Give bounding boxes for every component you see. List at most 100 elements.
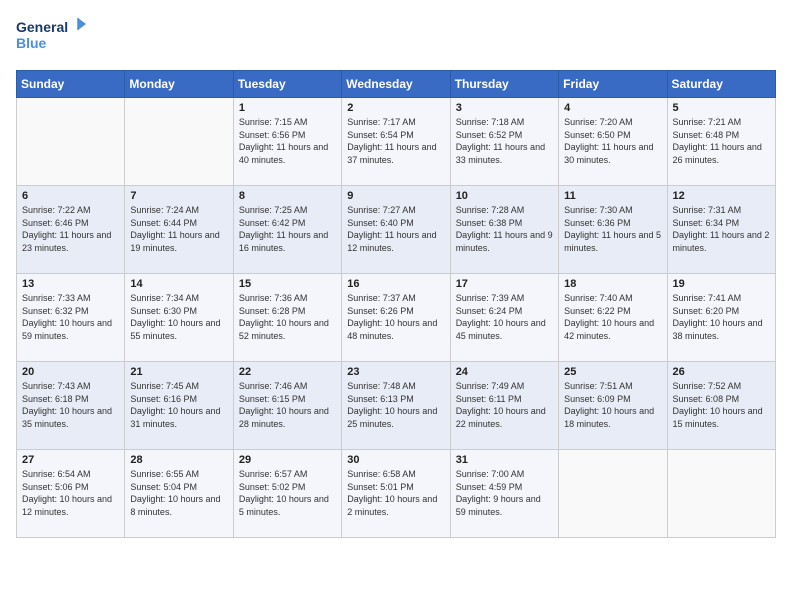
day-cell: 27 Sunrise: 6:54 AMSunset: 5:06 PMDaylig… [17,450,125,538]
week-row-1: 1 Sunrise: 7:15 AMSunset: 6:56 PMDayligh… [17,98,776,186]
day-number: 3 [456,102,553,114]
day-info: Sunrise: 7:39 AMSunset: 6:24 PMDaylight:… [456,292,553,342]
day-number: 21 [130,366,227,378]
day-cell: 16 Sunrise: 7:37 AMSunset: 6:26 PMDaylig… [342,274,450,362]
day-number: 25 [564,366,661,378]
column-header-sunday: Sunday [17,71,125,98]
day-info: Sunrise: 7:48 AMSunset: 6:13 PMDaylight:… [347,380,444,430]
day-number: 4 [564,102,661,114]
day-cell: 5 Sunrise: 7:21 AMSunset: 6:48 PMDayligh… [667,98,775,186]
week-row-3: 13 Sunrise: 7:33 AMSunset: 6:32 PMDaylig… [17,274,776,362]
day-cell: 3 Sunrise: 7:18 AMSunset: 6:52 PMDayligh… [450,98,558,186]
day-info: Sunrise: 6:55 AMSunset: 5:04 PMDaylight:… [130,468,227,518]
day-info: Sunrise: 7:24 AMSunset: 6:44 PMDaylight:… [130,204,227,254]
calendar-table: SundayMondayTuesdayWednesdayThursdayFrid… [16,70,776,538]
day-info: Sunrise: 7:41 AMSunset: 6:20 PMDaylight:… [673,292,770,342]
column-header-tuesday: Tuesday [233,71,341,98]
day-info: Sunrise: 7:36 AMSunset: 6:28 PMDaylight:… [239,292,336,342]
page-header: General Blue [16,16,776,58]
day-number: 24 [456,366,553,378]
day-number: 8 [239,190,336,202]
day-number: 30 [347,454,444,466]
day-info: Sunrise: 7:45 AMSunset: 6:16 PMDaylight:… [130,380,227,430]
day-cell: 18 Sunrise: 7:40 AMSunset: 6:22 PMDaylig… [559,274,667,362]
calendar-header-row: SundayMondayTuesdayWednesdayThursdayFrid… [17,71,776,98]
column-header-friday: Friday [559,71,667,98]
day-info: Sunrise: 7:40 AMSunset: 6:22 PMDaylight:… [564,292,661,342]
svg-text:Blue: Blue [16,35,47,51]
day-number: 29 [239,454,336,466]
day-number: 2 [347,102,444,114]
day-cell: 23 Sunrise: 7:48 AMSunset: 6:13 PMDaylig… [342,362,450,450]
day-cell: 12 Sunrise: 7:31 AMSunset: 6:34 PMDaylig… [667,186,775,274]
day-info: Sunrise: 6:54 AMSunset: 5:06 PMDaylight:… [22,468,119,518]
day-number: 19 [673,278,770,290]
day-info: Sunrise: 7:46 AMSunset: 6:15 PMDaylight:… [239,380,336,430]
day-cell: 31 Sunrise: 7:00 AMSunset: 4:59 PMDaylig… [450,450,558,538]
day-info: Sunrise: 7:51 AMSunset: 6:09 PMDaylight:… [564,380,661,430]
logo-svg: General Blue [16,16,86,58]
logo: General Blue [16,16,86,58]
day-cell [559,450,667,538]
day-number: 5 [673,102,770,114]
svg-text:General: General [16,19,68,35]
day-cell: 26 Sunrise: 7:52 AMSunset: 6:08 PMDaylig… [667,362,775,450]
day-number: 6 [22,190,119,202]
day-cell: 29 Sunrise: 6:57 AMSunset: 5:02 PMDaylig… [233,450,341,538]
day-cell: 28 Sunrise: 6:55 AMSunset: 5:04 PMDaylig… [125,450,233,538]
day-cell: 25 Sunrise: 7:51 AMSunset: 6:09 PMDaylig… [559,362,667,450]
day-number: 11 [564,190,661,202]
day-cell: 30 Sunrise: 6:58 AMSunset: 5:01 PMDaylig… [342,450,450,538]
day-number: 23 [347,366,444,378]
day-info: Sunrise: 7:17 AMSunset: 6:54 PMDaylight:… [347,116,444,166]
day-cell: 19 Sunrise: 7:41 AMSunset: 6:20 PMDaylig… [667,274,775,362]
day-number: 1 [239,102,336,114]
day-number: 7 [130,190,227,202]
day-info: Sunrise: 7:49 AMSunset: 6:11 PMDaylight:… [456,380,553,430]
day-info: Sunrise: 7:37 AMSunset: 6:26 PMDaylight:… [347,292,444,342]
day-info: Sunrise: 7:20 AMSunset: 6:50 PMDaylight:… [564,116,661,166]
week-row-4: 20 Sunrise: 7:43 AMSunset: 6:18 PMDaylig… [17,362,776,450]
day-cell: 21 Sunrise: 7:45 AMSunset: 6:16 PMDaylig… [125,362,233,450]
day-cell [667,450,775,538]
day-number: 31 [456,454,553,466]
day-info: Sunrise: 7:52 AMSunset: 6:08 PMDaylight:… [673,380,770,430]
day-info: Sunrise: 7:28 AMSunset: 6:38 PMDaylight:… [456,204,553,254]
day-number: 13 [22,278,119,290]
day-cell: 2 Sunrise: 7:17 AMSunset: 6:54 PMDayligh… [342,98,450,186]
day-cell: 15 Sunrise: 7:36 AMSunset: 6:28 PMDaylig… [233,274,341,362]
day-cell: 7 Sunrise: 7:24 AMSunset: 6:44 PMDayligh… [125,186,233,274]
day-number: 28 [130,454,227,466]
day-cell: 1 Sunrise: 7:15 AMSunset: 6:56 PMDayligh… [233,98,341,186]
day-number: 16 [347,278,444,290]
day-cell: 17 Sunrise: 7:39 AMSunset: 6:24 PMDaylig… [450,274,558,362]
day-info: Sunrise: 7:00 AMSunset: 4:59 PMDaylight:… [456,468,553,518]
column-header-monday: Monday [125,71,233,98]
day-cell: 9 Sunrise: 7:27 AMSunset: 6:40 PMDayligh… [342,186,450,274]
day-number: 17 [456,278,553,290]
day-cell: 11 Sunrise: 7:30 AMSunset: 6:36 PMDaylig… [559,186,667,274]
day-number: 22 [239,366,336,378]
day-cell: 24 Sunrise: 7:49 AMSunset: 6:11 PMDaylig… [450,362,558,450]
column-header-saturday: Saturday [667,71,775,98]
day-info: Sunrise: 7:30 AMSunset: 6:36 PMDaylight:… [564,204,661,254]
day-info: Sunrise: 6:58 AMSunset: 5:01 PMDaylight:… [347,468,444,518]
day-number: 12 [673,190,770,202]
day-cell: 13 Sunrise: 7:33 AMSunset: 6:32 PMDaylig… [17,274,125,362]
day-number: 9 [347,190,444,202]
day-number: 18 [564,278,661,290]
day-number: 10 [456,190,553,202]
day-cell: 20 Sunrise: 7:43 AMSunset: 6:18 PMDaylig… [17,362,125,450]
column-header-wednesday: Wednesday [342,71,450,98]
day-cell: 4 Sunrise: 7:20 AMSunset: 6:50 PMDayligh… [559,98,667,186]
day-cell: 14 Sunrise: 7:34 AMSunset: 6:30 PMDaylig… [125,274,233,362]
day-info: Sunrise: 7:43 AMSunset: 6:18 PMDaylight:… [22,380,119,430]
day-number: 27 [22,454,119,466]
day-cell: 10 Sunrise: 7:28 AMSunset: 6:38 PMDaylig… [450,186,558,274]
day-info: Sunrise: 7:27 AMSunset: 6:40 PMDaylight:… [347,204,444,254]
day-cell [125,98,233,186]
day-number: 15 [239,278,336,290]
day-cell [17,98,125,186]
day-info: Sunrise: 7:21 AMSunset: 6:48 PMDaylight:… [673,116,770,166]
day-info: Sunrise: 7:22 AMSunset: 6:46 PMDaylight:… [22,204,119,254]
